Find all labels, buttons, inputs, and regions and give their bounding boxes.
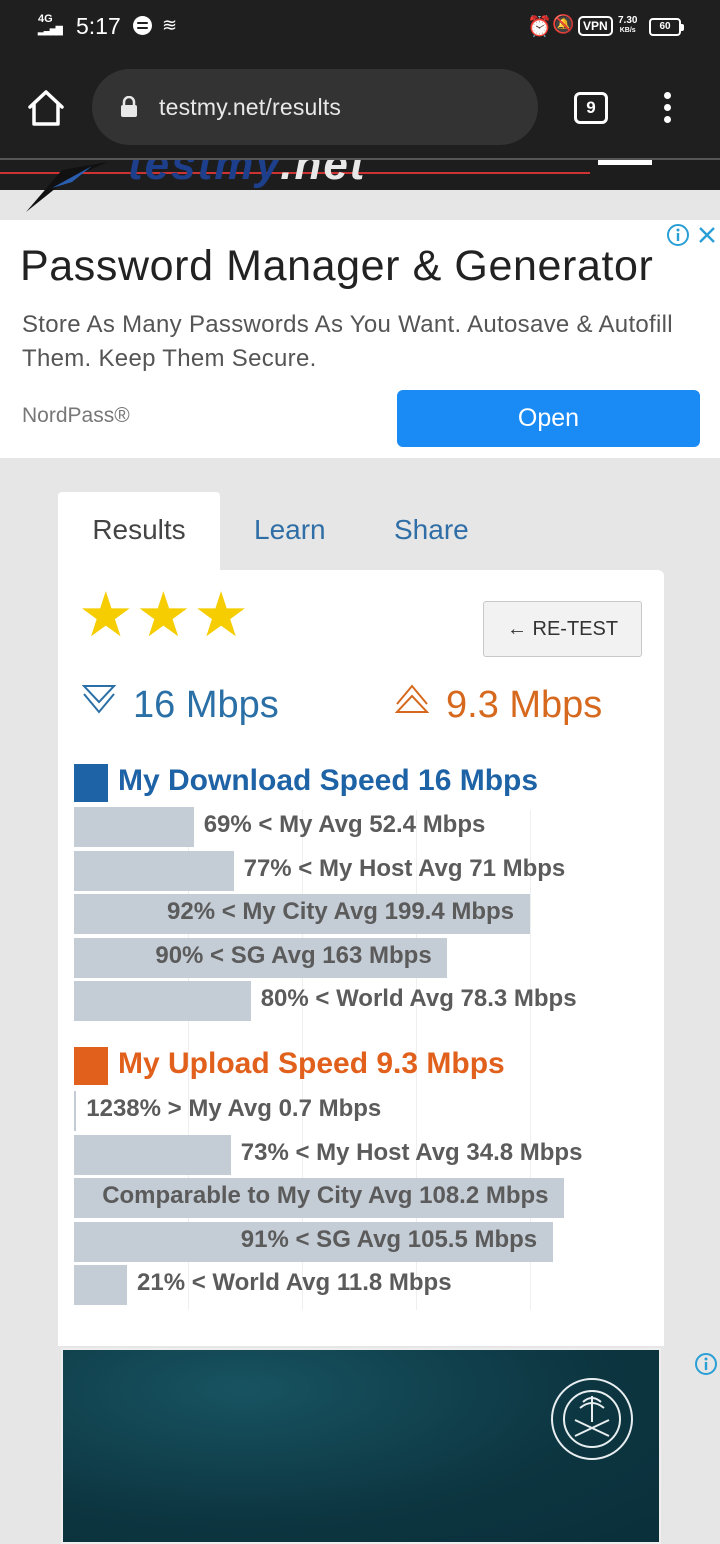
ad-info-icon[interactable] [692,1350,720,1378]
tab-learn[interactable]: Learn [254,492,326,570]
star-icon: ★ [135,581,192,650]
site-logo[interactable]: testmy.net [128,160,366,190]
tab-switcher-button[interactable]: 9 [574,92,608,124]
tab-results[interactable]: Results [58,492,220,570]
spotify-icon [133,16,152,35]
battery-icon: 60 [649,18,684,36]
upload-swatch [74,1047,108,1085]
retest-button[interactable]: ← RE-TEST [483,601,642,657]
comparison-row: 77% < My Host Avg 71 Mbps [74,850,644,891]
download-swatch [74,764,108,802]
network-indicator: 4G ▂▃▅▇ [38,13,63,36]
comparison-label: 21% < World Avg 11.8 Mbps [137,1269,452,1296]
lock-icon [121,96,137,117]
star-icon: ★ [193,581,249,650]
ad-open-button[interactable]: Open [397,390,700,447]
comparison-bar [74,807,194,847]
comparison-bar [74,1091,77,1131]
comparison-row: 90% < SG Avg 163 Mbps [74,937,644,978]
rating-stars: ★★★ [78,581,251,650]
ad-close-icon[interactable] [694,222,720,248]
comparison-label: 69% < My Avg 52.4 Mbps [203,811,486,838]
comparison-label: 73% < My Host Avg 34.8 Mbps [240,1138,583,1166]
comparison-label: Comparable to My City Avg 108.2 Mbps [102,1182,549,1209]
comparison-bar [74,1134,231,1175]
bottom-ad-image[interactable] [61,1348,661,1544]
comparison-label: 91% < SG Avg 105.5 Mbps [240,1225,538,1253]
alarm-icon: ⏰ [527,16,552,38]
comparison-label: 90% < SG Avg 163 Mbps [155,941,432,969]
public-investment-fund-seal-icon [551,1378,633,1460]
comparison-row: 69% < My Avg 52.4 Mbps [74,807,644,847]
tab-share[interactable]: Share [394,492,469,570]
network-speed: 7.30 KB/s [618,16,637,36]
network-speed-unit: KB/s [619,27,636,34]
comparison-row: 80% < World Avg 78.3 Mbps [74,981,644,1021]
site-menu-icon[interactable] [598,160,652,165]
notification-app-icon: ≋ [162,15,178,35]
site-logo-suffix: .net [280,160,367,189]
mute-notifications-icon: 🔕 [552,14,575,34]
browser-toolbar: testmy.net/results 9 [0,56,720,160]
upload-speed-value: 9.3 Mbps [446,684,603,726]
ad-banner[interactable]: Password Manager & Generator Store As Ma… [0,220,720,458]
upload-section-title: My Upload Speed 9.3 Mbps [118,1047,505,1080]
comparison-label: 1238% > My Avg 0.7 Mbps [86,1095,382,1122]
address-bar[interactable]: testmy.net/results [92,69,538,145]
comparison-row: 21% < World Avg 11.8 Mbps [74,1265,644,1305]
comparison-label: 77% < My Host Avg 71 Mbps [243,854,566,882]
download-section-title: My Download Speed 16 Mbps [118,764,539,797]
network-type: 4G [38,13,53,25]
star-icon: ★ [78,581,134,650]
comparison-bar [74,1265,127,1305]
url-text: testmy.net/results [159,94,342,120]
overflow-menu-icon[interactable] [662,92,672,126]
comparison-label: 80% < World Avg 78.3 Mbps [260,985,577,1012]
comparison-label: 92% < My City Avg 199.4 Mbps [167,898,515,925]
signal-icon: ▂▃▅▇ [38,25,63,35]
status-bar: 4G ▂▃▅▇ 5:17 ≋ ⏰ 🔕 VPN 7.30 KB/s 60 [0,0,720,56]
upload-arrow-icon [395,684,429,713]
ad-description: Store As Many Passwords As You Want. Aut… [22,311,673,372]
comparison-bar [74,850,234,891]
home-icon[interactable] [26,88,66,128]
site-logo-text: testmy [128,160,281,189]
comparison-row: 91% < SG Avg 105.5 Mbps [74,1221,644,1262]
logo-swoosh-icon [26,162,108,212]
comparison-row: 1238% > My Avg 0.7 Mbps [74,1091,644,1131]
network-speed-value: 7.30 [618,15,638,26]
clock: 5:17 [76,13,121,39]
comparison-bar [74,981,251,1021]
download-speed-value: 16 Mbps [133,684,279,726]
comparison-row: 92% < My City Avg 199.4 Mbps [74,894,644,934]
vpn-badge: VPN [578,16,613,36]
ad-info-icon[interactable] [664,222,692,248]
results-panel: ★★★ ← RE-TEST 16 Mbps 9.3 Mbps My Downlo… [58,570,664,1346]
download-arrow-icon [82,685,116,714]
ad-brand: NordPass® [22,404,130,427]
comparison-row: 73% < My Host Avg 34.8 Mbps [74,1134,644,1175]
ad-title[interactable]: Password Manager & Generator [20,242,656,294]
comparison-row: Comparable to My City Avg 108.2 Mbps [74,1178,644,1218]
